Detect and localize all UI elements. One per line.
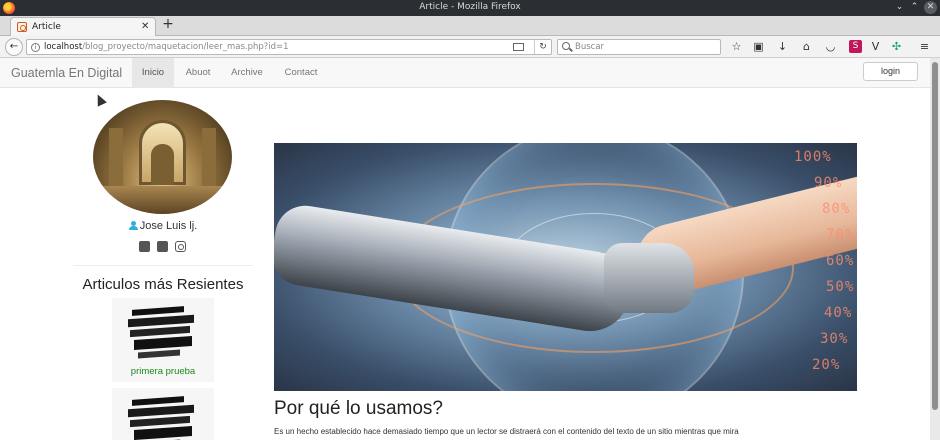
nav-archive[interactable]: Archive	[224, 58, 270, 88]
thumb-text-line	[138, 349, 180, 359]
user-icon	[128, 221, 138, 230]
search-bar[interactable]: Buscar	[557, 39, 721, 55]
article-hero-image: 100% 90% 80% 70% 60% 50% 40% 30% 20%	[274, 143, 857, 391]
recent-articles-heading: Articulos más Resientes	[82, 276, 244, 293]
reader-view-icon[interactable]	[513, 43, 524, 51]
avatar-column-left	[109, 128, 123, 188]
recent-article-title[interactable]: primera prueba	[112, 366, 214, 377]
pocket-icon[interactable]: ◡	[824, 40, 837, 53]
hero-percent-label: 40%	[824, 305, 853, 321]
extension-s-icon[interactable]: S	[849, 40, 862, 53]
download-icon[interactable]: ↓	[776, 40, 789, 53]
recent-article-card[interactable]: primera prueba	[112, 298, 214, 382]
recent-article-card[interactable]	[112, 388, 214, 440]
close-tab-icon[interactable]: ✕	[141, 21, 149, 32]
maximize-icon[interactable]: ⌃	[908, 1, 921, 14]
minimize-icon[interactable]: ⌄	[893, 1, 906, 14]
nav-abuot[interactable]: Abuot	[178, 58, 218, 88]
hero-percent-label: 90%	[814, 175, 843, 191]
sidebar-divider	[73, 265, 253, 266]
back-button[interactable]: ←	[5, 38, 23, 56]
menu-icon[interactable]: ≡	[918, 40, 931, 53]
thumb-text-line	[132, 396, 184, 406]
facebook-icon[interactable]	[157, 241, 168, 252]
search-icon	[562, 42, 570, 50]
bookmark-star-icon[interactable]: ☆	[730, 40, 743, 53]
mouse-cursor-icon	[93, 92, 107, 107]
hero-percent-label: 20%	[812, 357, 841, 373]
hero-percent-label: 100%	[794, 149, 832, 165]
tab-strip: Article ✕ +	[0, 16, 940, 37]
nav-inicio[interactable]: Inicio	[132, 58, 174, 88]
nav-contact[interactable]: Contact	[278, 58, 324, 88]
recent-article-thumbnail[interactable]	[128, 306, 198, 360]
avatar-inner-arch	[151, 144, 174, 185]
thumb-text-line	[134, 425, 192, 440]
scrollbar-thumb[interactable]	[932, 62, 938, 410]
home-icon[interactable]: ⌂	[800, 40, 813, 53]
extension-puzzle-icon[interactable]: ✣	[890, 40, 903, 53]
browser-tab[interactable]: Article ✕	[10, 17, 156, 37]
url-bar[interactable]: i localhost/blog_proyecto/maquetacion/le…	[26, 39, 552, 55]
url-path: /blog_proyecto/maquetacion/leer_mas.php?…	[82, 42, 289, 52]
close-window-icon[interactable]: ✕	[924, 1, 937, 14]
url-host: localhost	[44, 42, 83, 52]
site-navbar: Guatemla En Digital Inicio Abuot Archive…	[0, 58, 930, 88]
avatar-floor	[93, 186, 232, 214]
new-tab-icon[interactable]: +	[160, 16, 176, 32]
hero-percent-label: 60%	[826, 253, 855, 269]
tab-label: Article	[32, 22, 61, 32]
page-scrollbar[interactable]	[930, 58, 940, 440]
article-body: Es un hecho establecido hace demasiado t…	[274, 427, 739, 436]
instagram-icon[interactable]	[175, 241, 186, 252]
window-titlebar: Article - Mozilla Firefox ⌄ ⌃ ✕	[0, 0, 940, 16]
twitter-icon[interactable]	[139, 241, 150, 252]
hero-percent-label: 80%	[822, 201, 851, 217]
hero-robot-hand	[604, 243, 694, 313]
thumb-text-line	[134, 335, 192, 351]
favicon-icon	[17, 22, 27, 32]
site-brand[interactable]: Guatemla En Digital	[11, 66, 122, 80]
recent-article-thumbnail[interactable]	[128, 396, 198, 440]
extension-v-icon[interactable]: ᐯ	[869, 40, 882, 53]
hero-percent-label: 50%	[826, 279, 855, 295]
hero-percent-label: 70%	[826, 227, 855, 243]
hero-percent-label: 30%	[820, 331, 849, 347]
search-placeholder: Buscar	[575, 42, 605, 52]
login-button[interactable]: login	[863, 62, 918, 81]
navigation-toolbar: ← i localhost/blog_proyecto/maquetacion/…	[0, 36, 940, 58]
avatar-column-right	[202, 128, 216, 188]
article-title: Por qué lo usamos?	[274, 398, 443, 419]
thumb-text-line	[132, 306, 184, 316]
web-page: Guatemla En Digital Inicio Abuot Archive…	[0, 58, 930, 440]
library-icon[interactable]: ▣	[752, 40, 765, 53]
thumb-text-line	[130, 415, 190, 428]
author-line: Jose Luis lj.	[96, 220, 230, 232]
info-icon[interactable]: i	[31, 43, 40, 52]
thumb-text-line	[130, 325, 190, 338]
reload-icon[interactable]: ↻	[534, 40, 551, 54]
window-title: Article - Mozilla Firefox	[419, 2, 521, 12]
url-text: localhost/blog_proyecto/maquetacion/leer…	[44, 42, 289, 52]
author-name: Jose Luis lj.	[139, 220, 198, 232]
author-avatar	[93, 100, 232, 214]
